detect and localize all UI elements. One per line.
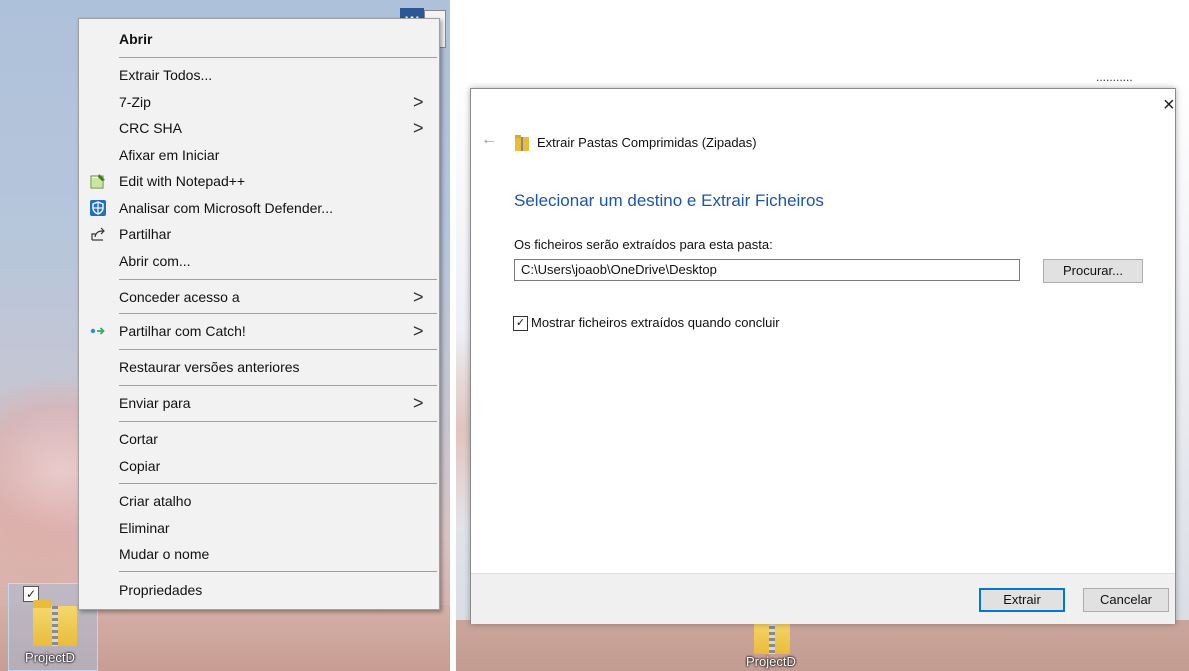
menu-label: Propriedades (119, 582, 203, 598)
wallpaper-ground (456, 620, 1189, 671)
menu-item-restore-versions[interactable]: Restaurar versões anteriores (79, 354, 439, 380)
menu-label: Restaurar versões anteriores (119, 359, 300, 375)
menu-item-defender-scan[interactable]: Analisar com Microsoft Defender... (79, 195, 439, 221)
menu-separator (119, 571, 437, 572)
menu-item-send-to[interactable]: Enviar para > (79, 390, 439, 416)
menu-label: Eliminar (119, 520, 170, 536)
chevron-right-icon: > (413, 393, 424, 413)
menu-item-cut[interactable]: Cortar (79, 426, 439, 452)
menu-separator (119, 279, 437, 280)
zip-folder-small-icon (515, 135, 529, 151)
menu-label: Abrir com... (119, 253, 191, 269)
menu-item-edit-notepadpp[interactable]: Edit with Notepad++ (79, 168, 439, 194)
folder-label: ProjectD (746, 654, 796, 669)
back-arrow-icon[interactable]: ← (481, 131, 497, 149)
menu-item-share[interactable]: Partilhar (79, 221, 439, 247)
menu-item-open-with[interactable]: Abrir com... (79, 248, 439, 274)
menu-item-give-access[interactable]: Conceder acesso a > (79, 284, 439, 310)
zip-folder-icon[interactable] (754, 614, 790, 654)
defender-shield-icon (90, 200, 106, 216)
extract-button[interactable]: Extrair (979, 588, 1065, 612)
notepadpp-icon (90, 174, 105, 189)
cancel-button[interactable]: Cancelar (1083, 588, 1169, 612)
destination-label: Os ficheiros serão extraídos para esta p… (514, 237, 773, 252)
chevron-right-icon: > (413, 118, 424, 138)
menu-item-open[interactable]: Abrir (79, 26, 439, 52)
extract-dialog: × ← Extrair Pastas Comprimidas (Zipadas)… (470, 88, 1176, 624)
zipper-icon (769, 620, 775, 654)
context-menu: Abrir Extrair Todos... 7-Zip > CRC SHA >… (78, 18, 440, 610)
menu-label: Analisar com Microsoft Defender... (119, 200, 333, 216)
menu-item-extract-all[interactable]: Extrair Todos... (79, 62, 439, 88)
zipper-icon (52, 606, 58, 646)
folder-label: ProjectD (25, 650, 75, 665)
menu-item-rename[interactable]: Mudar o nome (79, 541, 439, 567)
share-icon (91, 227, 105, 241)
menu-separator (119, 421, 437, 422)
menu-separator (119, 385, 437, 386)
chevron-right-icon: > (413, 321, 424, 341)
menu-item-7zip[interactable]: 7-Zip > (79, 89, 439, 115)
background-text: ........... (1096, 70, 1133, 84)
menu-label: Partilhar (119, 226, 172, 242)
destination-path-input[interactable] (514, 259, 1020, 281)
menu-item-share-catch[interactable]: Partilhar com Catch! > (79, 318, 439, 344)
chevron-right-icon: > (413, 92, 424, 112)
menu-label: Copiar (119, 458, 161, 474)
menu-label: Criar atalho (119, 493, 192, 509)
menu-label: Afixar em Iniciar (119, 147, 220, 163)
catch-share-icon (90, 327, 105, 335)
menu-separator (119, 57, 437, 58)
browse-button[interactable]: Procurar... (1043, 259, 1143, 283)
menu-separator (119, 483, 437, 484)
menu-label: Conceder acesso a (119, 289, 240, 305)
zip-folder-icon (33, 600, 77, 646)
menu-item-crc-sha[interactable]: CRC SHA > (79, 115, 439, 141)
menu-item-pin-to-start[interactable]: Afixar em Iniciar (79, 142, 439, 168)
menu-label: Enviar para (119, 395, 191, 411)
menu-label: CRC SHA (119, 120, 183, 136)
menu-label: Extrair Todos... (119, 67, 213, 83)
menu-label: Partilhar com Catch! (119, 323, 246, 339)
menu-item-properties[interactable]: Propriedades (79, 577, 439, 603)
window-title: Extrair Pastas Comprimidas (Zipadas) (537, 135, 757, 150)
menu-separator (119, 313, 437, 314)
menu-label: Mudar o nome (119, 546, 210, 562)
show-files-checkbox[interactable]: ✓ (513, 316, 528, 331)
chevron-right-icon: > (413, 287, 424, 307)
menu-item-delete[interactable]: Eliminar (79, 515, 439, 541)
menu-item-create-shortcut[interactable]: Criar atalho (79, 488, 439, 514)
show-files-label: Mostrar ficheiros extraídos quando concl… (531, 315, 780, 330)
menu-separator (119, 349, 437, 350)
menu-label: 7-Zip (119, 94, 151, 110)
menu-label: Abrir (119, 31, 153, 47)
menu-item-copy[interactable]: Copiar (79, 453, 439, 479)
dialog-heading: Selecionar um destino e Extrair Ficheiro… (514, 191, 824, 210)
dialog-footer: Extrair Cancelar (471, 573, 1175, 624)
close-icon[interactable]: × (1163, 95, 1175, 115)
menu-label: Edit with Notepad++ (119, 173, 246, 189)
menu-label: Cortar (119, 431, 158, 447)
